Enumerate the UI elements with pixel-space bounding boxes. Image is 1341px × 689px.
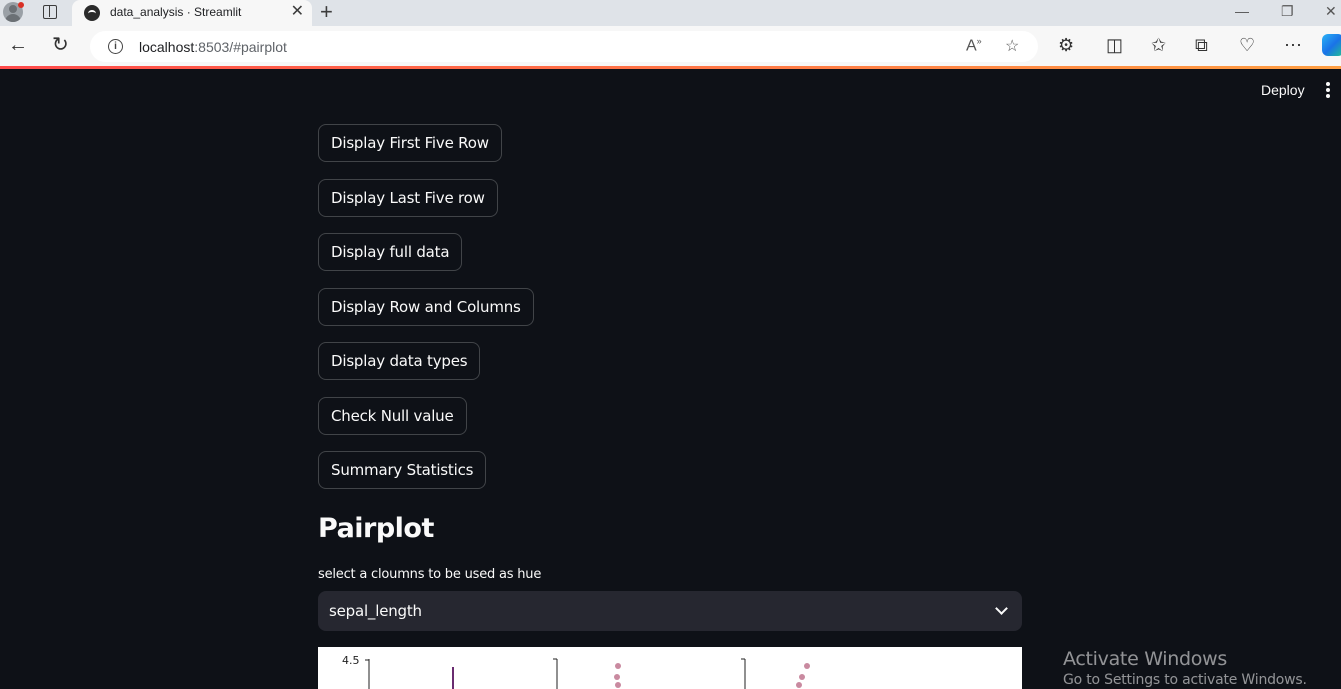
- activate-windows-title: Activate Windows: [1063, 648, 1227, 670]
- display-full-data-button[interactable]: Display full data: [318, 233, 463, 271]
- minimize-icon[interactable]: —: [1235, 3, 1249, 19]
- url-field[interactable]: i localhost:8503/#pairplot A» ☆: [90, 31, 1038, 62]
- notification-dot: [18, 2, 24, 8]
- scatter-point: [799, 674, 805, 680]
- pairplot-heading: Pairplot: [318, 513, 434, 544]
- display-data-types-button[interactable]: Display data types: [318, 342, 481, 380]
- display-row-and-columns-button[interactable]: Display Row and Columns: [318, 288, 534, 326]
- browser-tab-bar: data_analysis · Streamlit ✕ + — ❐ ✕: [0, 0, 1341, 26]
- summary-statistics-button[interactable]: Summary Statistics: [318, 451, 487, 489]
- extensions-icon[interactable]: ⚙: [1058, 35, 1074, 55]
- tab-actions-icon[interactable]: [43, 5, 57, 19]
- activate-windows-subtitle: Go to Settings to activate Windows.: [1063, 672, 1307, 688]
- tab-title: data_analysis · Streamlit: [110, 5, 242, 19]
- favorite-star-icon[interactable]: ☆: [1005, 36, 1019, 56]
- read-aloud-icon[interactable]: A»: [966, 36, 982, 55]
- display-first-five-row-button[interactable]: Display First Five Row: [318, 124, 502, 162]
- scatter-point: [615, 663, 621, 669]
- chevron-down-icon[interactable]: [995, 602, 1008, 615]
- window-close-icon[interactable]: ✕: [1325, 3, 1337, 20]
- more-icon[interactable]: ⋯: [1284, 35, 1302, 55]
- scatter-point: [615, 682, 621, 688]
- scatter-point: [804, 663, 810, 669]
- streamlit-decoration-bar: [0, 66, 1341, 69]
- split-screen-icon[interactable]: ◫: [1106, 35, 1123, 55]
- pairplot-svg: 4.5: [342, 654, 810, 689]
- info-icon[interactable]: i: [108, 39, 123, 54]
- copilot-icon[interactable]: [1322, 34, 1341, 56]
- hue-select-label: select a cloumns to be used as hue: [318, 567, 542, 582]
- display-last-five-row-button[interactable]: Display Last Five row: [318, 179, 498, 217]
- streamlit-favicon: [84, 5, 100, 21]
- url-path: :8503/#pairplot: [194, 39, 287, 55]
- refresh-icon[interactable]: ↻: [52, 35, 69, 55]
- hue-select[interactable]: sepal_length: [318, 591, 1022, 631]
- main-menu-icon[interactable]: [1326, 82, 1332, 98]
- collections-icon[interactable]: ⧉: [1195, 35, 1208, 55]
- restore-icon[interactable]: ❐: [1281, 3, 1294, 20]
- hue-select-value: sepal_length: [329, 602, 422, 620]
- back-icon[interactable]: ←: [8, 35, 28, 55]
- pairplot-figure: 4.5: [318, 647, 1022, 689]
- y-tick-label: 4.5: [342, 654, 360, 667]
- browser-tab[interactable]: data_analysis · Streamlit ✕: [72, 0, 312, 26]
- deploy-button[interactable]: Deploy: [1261, 82, 1305, 98]
- url-host: localhost: [139, 39, 195, 55]
- scatter-point: [614, 674, 620, 680]
- browser-address-bar: ← ↻ i localhost:8503/#pairplot A» ☆ ⚙ ◫ …: [0, 26, 1341, 66]
- scatter-point: [796, 682, 802, 688]
- new-tab-icon[interactable]: +: [320, 0, 333, 24]
- check-null-value-button[interactable]: Check Null value: [318, 397, 467, 435]
- close-icon[interactable]: ✕: [291, 3, 304, 21]
- url-text[interactable]: localhost:8503/#pairplot: [139, 39, 287, 55]
- favorites-icon[interactable]: ✩: [1151, 35, 1166, 55]
- browser-essentials-icon[interactable]: ♡: [1239, 35, 1255, 55]
